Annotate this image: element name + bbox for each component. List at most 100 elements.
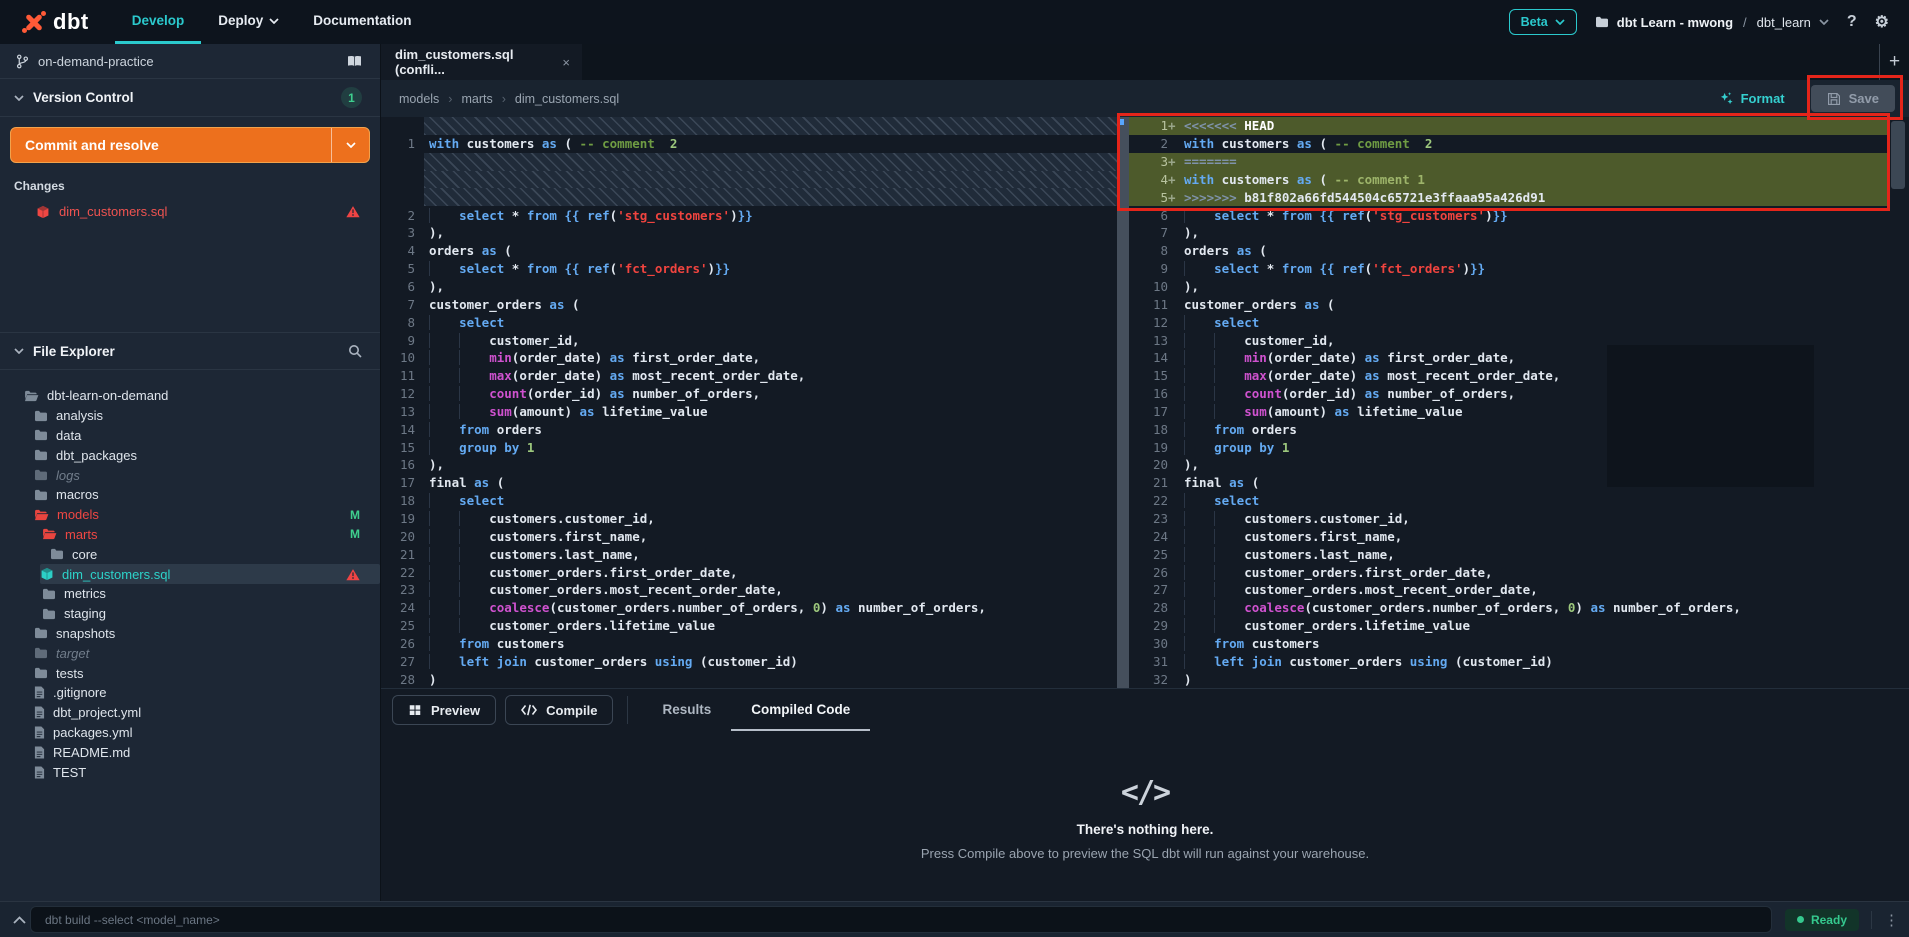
tree-item-models[interactable]: modelsM	[0, 505, 380, 525]
account-switcher[interactable]: dbt Learn - mwong / dbt_learn	[1595, 15, 1829, 30]
scrollbar-thumb[interactable]	[1891, 121, 1905, 189]
commit-dropdown-caret[interactable]	[331, 128, 369, 162]
folder-icon	[34, 489, 48, 501]
changed-file-item[interactable]: dim_customers.sql	[10, 199, 370, 224]
tree-item-target[interactable]: target	[0, 643, 380, 663]
folder-icon	[34, 667, 48, 679]
tree-item-macros[interactable]: macros	[0, 485, 380, 505]
code-line: 26 customer_orders.first_order_date,	[1129, 563, 1909, 581]
tree-item-dbt-learn-on-demand[interactable]: dbt-learn-on-demand	[0, 386, 380, 406]
tab-compiled-code[interactable]: Compiled Code	[731, 689, 870, 731]
tree-item-label: data	[56, 428, 360, 443]
sparkles-icon	[1719, 91, 1734, 106]
repo-name: on-demand-practice	[38, 54, 338, 69]
code-line: 5+>>>>>>> b81f802a66fd544504c65721e3ffaa…	[1129, 188, 1889, 206]
code-line: 21 customers.last_name,	[381, 545, 1117, 563]
tree-item--gitignore[interactable]: .gitignore	[0, 683, 380, 703]
tree-item-label: tests	[56, 666, 360, 681]
tree-item-metrics[interactable]: metrics	[0, 584, 380, 604]
close-tab-icon[interactable]: ×	[562, 55, 570, 70]
chevron-down-icon	[346, 142, 356, 148]
code-line: 26 from customers	[381, 634, 1117, 652]
breadcrumb-segment[interactable]: marts	[461, 92, 492, 106]
changes-label: Changes	[14, 179, 370, 193]
tree-item-snapshots[interactable]: snapshots	[0, 624, 380, 644]
code-line: 8 orders as (	[1129, 242, 1909, 260]
results-tabs: ResultsCompiled Code	[642, 689, 870, 731]
docs-book-icon[interactable]	[347, 55, 362, 68]
version-control-body: Commit and resolve Changes dim_customers…	[0, 117, 380, 224]
tree-item-staging[interactable]: staging	[0, 604, 380, 624]
tree-item-test[interactable]: TEST	[0, 762, 380, 782]
tree-item-data[interactable]: data	[0, 426, 380, 446]
tab-results[interactable]: Results	[642, 689, 731, 731]
folder-icon	[34, 627, 48, 639]
editor-pane-diff[interactable]: 1+<<<<<<< HEAD2 with customers as ( -- c…	[1117, 117, 1909, 688]
code-line: 9 customer_id,	[381, 331, 1117, 349]
tree-item-analysis[interactable]: analysis	[0, 406, 380, 426]
dbt-logo[interactable]: dbt	[0, 0, 115, 44]
nav-item-deploy[interactable]: Deploy	[201, 0, 296, 44]
changes-count-badge: 1	[341, 87, 362, 108]
tree-item-dbt-packages[interactable]: dbt_packages	[0, 445, 380, 465]
command-input[interactable]: dbt build --select <model_name>	[30, 906, 1772, 933]
code-line: 12 count(order_id) as number_of_orders,	[381, 385, 1117, 403]
pane-divider-scrollbar[interactable]	[1117, 117, 1129, 688]
code-editor[interactable]: 1with customers as ( -- comment 22 selec…	[381, 117, 1909, 688]
code-line: 12 select	[1129, 313, 1909, 331]
breadcrumb-segment[interactable]: dim_customers.sql	[515, 92, 619, 106]
empty-state: </> There's nothing here. Press Compile …	[381, 731, 1909, 901]
tree-item-core[interactable]: core	[0, 544, 380, 564]
tree-item-marts[interactable]: martsM	[0, 525, 380, 545]
conflict-warning-icon	[346, 568, 360, 581]
file-tree: dbt-learn-on-demandanalysis data dbt_packa…	[0, 370, 380, 901]
chevron-down-icon	[14, 95, 24, 101]
tree-item-label: core	[72, 547, 360, 562]
beta-toggle[interactable]: Beta	[1509, 9, 1577, 35]
folder-open-icon	[34, 509, 49, 521]
chevron-down-icon	[14, 348, 24, 354]
chevron-down-icon	[269, 18, 279, 24]
preview-button[interactable]: Preview	[392, 695, 496, 725]
tab-dim-customers[interactable]: dim_customers.sql (confli... ×	[381, 44, 582, 80]
tree-item-dbt-project-yml[interactable]: dbt_project.yml	[0, 703, 380, 723]
tree-item-readme-md[interactable]: README.md	[0, 742, 380, 762]
breadcrumb-segment[interactable]: models	[399, 92, 439, 106]
code-line: 25 customer_orders.lifetime_value	[381, 617, 1117, 635]
tree-item-tests[interactable]: tests	[0, 663, 380, 683]
tree-item-label: metrics	[64, 586, 360, 601]
conflict-warning-icon	[346, 205, 360, 218]
code-line: 7customer_orders as (	[381, 295, 1117, 313]
tree-item-label: target	[56, 646, 360, 661]
commit-and-resolve-button[interactable]: Commit and resolve	[10, 127, 370, 163]
code-line: 11 max(order_date) as most_recent_order_…	[381, 367, 1117, 385]
expand-panel-chevron-icon[interactable]	[8, 916, 30, 924]
editor-pane-working[interactable]: 1with customers as ( -- comment 22 selec…	[381, 117, 1117, 688]
code-line: 18 from orders	[1129, 420, 1909, 438]
search-icon[interactable]	[348, 344, 362, 358]
code-line: 21 final as (	[1129, 474, 1909, 492]
new-tab-button[interactable]: +	[1879, 44, 1909, 80]
tree-item-dim-customers-sql[interactable]: dim_customers.sql	[40, 564, 380, 584]
folder-icon	[42, 588, 56, 600]
beta-label: Beta	[1521, 15, 1548, 29]
nav-item-documentation[interactable]: Documentation	[296, 0, 428, 44]
settings-gear-icon[interactable]: ⚙	[1875, 12, 1889, 32]
nav-item-develop[interactable]: Develop	[115, 0, 202, 44]
code-line: 6 select * from {{ ref('stg_customers')}…	[1129, 206, 1909, 224]
save-button[interactable]: Save	[1811, 85, 1895, 112]
version-control-header[interactable]: Version Control 1	[0, 79, 380, 117]
file-explorer-header[interactable]: File Explorer	[0, 332, 380, 370]
code-line: 30 from customers	[1129, 634, 1909, 652]
code-line: 19 group by 1	[1129, 438, 1909, 456]
code-line: 27 customer_orders.most_recent_order_dat…	[1129, 581, 1909, 599]
kebab-menu-icon[interactable]: ⋮	[1871, 911, 1899, 929]
tree-item-logs[interactable]: logs	[0, 465, 380, 485]
format-button[interactable]: Format	[1719, 91, 1785, 106]
compile-button[interactable]: Compile	[505, 695, 613, 725]
commit-button-label[interactable]: Commit and resolve	[11, 128, 331, 162]
code-line: 4+with customers as ( -- comment 1	[1129, 171, 1889, 189]
git-branch-icon	[16, 54, 29, 69]
help-button[interactable]: ?	[1847, 13, 1857, 31]
tree-item-packages-yml[interactable]: packages.yml	[0, 723, 380, 743]
